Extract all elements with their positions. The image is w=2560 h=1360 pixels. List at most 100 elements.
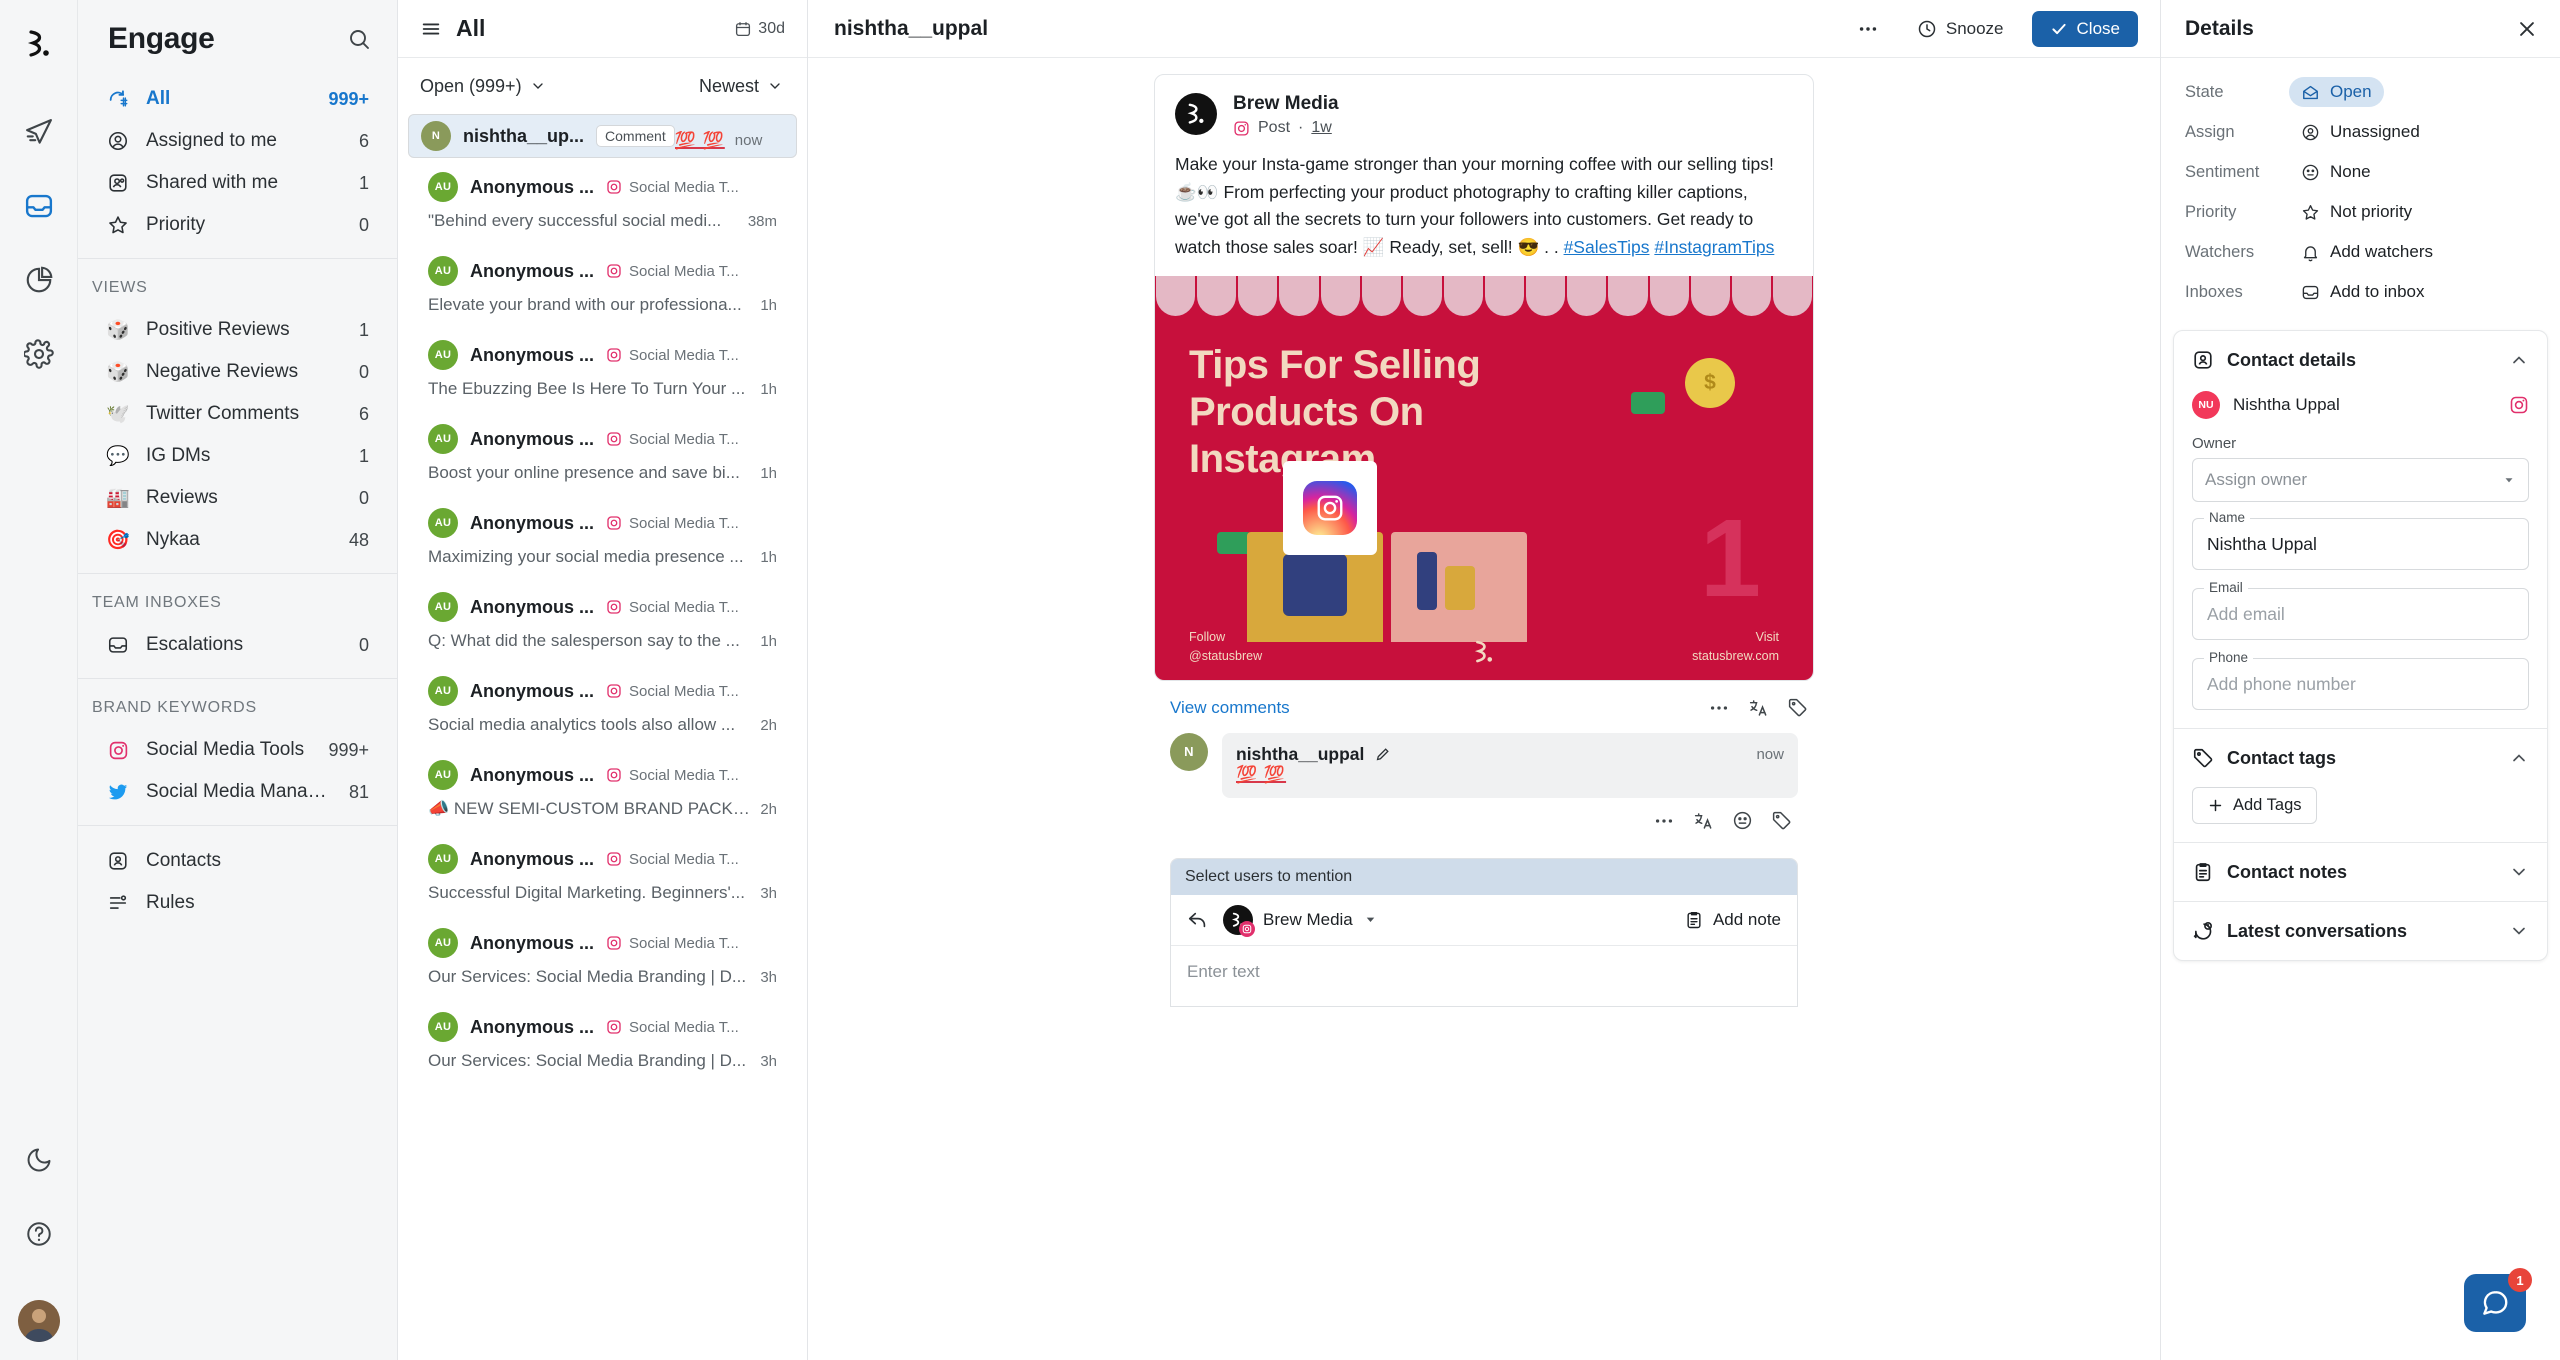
conversation-list-item[interactable]: AU Anonymous ... Social Media T... "Behind … xyxy=(408,160,797,242)
state-value-button[interactable]: Open xyxy=(2289,77,2384,107)
latest-conversations-section-header[interactable]: Latest conversations xyxy=(2174,902,2547,960)
conversation-list-item[interactable]: AU Anonymous ... Social Media T... Elevate … xyxy=(408,244,797,326)
assign-value-button[interactable]: Unassigned xyxy=(2289,117,2432,147)
reply-arrow-icon[interactable] xyxy=(1187,909,1209,931)
post-hashtag-instagramtips[interactable]: #InstagramTips xyxy=(1654,237,1774,257)
phone-field[interactable]: Phone Add phone number xyxy=(2192,650,2529,710)
conversation-list-item[interactable]: AU Anonymous ... Social Media T... Q: What … xyxy=(408,580,797,662)
conversation-source: Social Media T... xyxy=(606,683,739,700)
sidebar-item-rules[interactable]: Rules xyxy=(92,882,383,924)
emoji-reaction-icon[interactable] xyxy=(1732,810,1753,832)
conversation-list-item[interactable]: AU Anonymous ... Social Media T... Our Serv… xyxy=(408,1000,797,1082)
sidebar-item-label: Negative Reviews xyxy=(146,361,299,382)
priority-value-button[interactable]: Not priority xyxy=(2289,197,2424,227)
owner-select[interactable]: Assign owner xyxy=(2192,458,2529,502)
sidebar-item-priority[interactable]: Priority 0 xyxy=(92,204,383,246)
engage-icon[interactable] xyxy=(13,180,65,232)
conversation-preview: Our Services: Social Media Branding | D.… xyxy=(428,1051,747,1070)
sidebar-item-shared-with-me[interactable]: Shared with me 1 xyxy=(92,162,383,204)
sidebar-item-social-media-management[interactable]: Social Media Management 81 xyxy=(92,771,383,813)
sentiment-value-button[interactable]: None xyxy=(2289,157,2383,187)
post-actions xyxy=(1708,697,1808,719)
conversation-scroll[interactable]: Brew Media Post · 1w Make your Insta-gam… xyxy=(808,58,2160,1360)
post-age-link[interactable]: 1w xyxy=(1311,119,1331,137)
sidebar-item-assigned-to-me[interactable]: Assigned to me 6 xyxy=(92,120,383,162)
snooze-button[interactable]: Snooze xyxy=(1907,13,2014,45)
inboxes-value-button[interactable]: Add to inbox xyxy=(2289,277,2437,307)
factory-icon: 🏭 xyxy=(106,487,130,509)
close-conversation-button[interactable]: Close xyxy=(2031,10,2138,47)
sidebar-item-count: 81 xyxy=(348,781,369,802)
translate-icon[interactable] xyxy=(1748,697,1769,718)
conversation-list-item[interactable]: AU Anonymous ... Social Media T... Our Serv… xyxy=(408,916,797,998)
sidebar-item-nykaa[interactable]: 🎯 Nykaa 48 xyxy=(92,519,383,561)
conversation-list-item[interactable]: AU Anonymous ... Social Media T... Maximizi… xyxy=(408,496,797,578)
sidebar-item-positive-reviews[interactable]: 🎲 Positive Reviews 1 xyxy=(92,309,383,351)
watchers-value-button[interactable]: Add watchers xyxy=(2289,237,2445,267)
sidebar-item-escalations[interactable]: Escalations 0 xyxy=(92,624,383,666)
conversation-list-scroll[interactable]: Nnishtha__up... Comment 💯 💯 now AU Anonymous … xyxy=(398,114,807,1360)
more-options-icon[interactable] xyxy=(1847,12,1889,46)
comment-author: nishtha__uppal xyxy=(1236,743,1365,764)
name-field[interactable]: Name Nishtha Uppal xyxy=(2192,510,2529,570)
reply-text-input[interactable]: Enter text xyxy=(1171,946,1797,1006)
add-note-button[interactable]: Add note xyxy=(1684,910,1781,930)
sidebar-item-twitter-comments[interactable]: 🕊️ Twitter Comments 6 xyxy=(92,393,383,435)
menu-hamburger-icon[interactable] xyxy=(420,18,442,40)
instagram-icon[interactable] xyxy=(2509,395,2529,415)
sidebar-divider xyxy=(78,573,397,574)
contact-notes-section-header[interactable]: Contact notes xyxy=(2174,843,2547,901)
contact-tags-section-header[interactable]: Contact tags xyxy=(2174,729,2547,787)
sidebar-item-label: All xyxy=(146,88,171,109)
sidebar-item-all[interactable]: All 999+ xyxy=(92,78,383,120)
conversation-list-item[interactable]: Nnishtha__up... Comment 💯 💯 now xyxy=(408,114,797,158)
sidebar-item-ig-dms[interactable]: 💬 IG DMs 1 xyxy=(92,435,383,477)
view-comments-link[interactable]: View comments xyxy=(1170,698,1708,718)
contact-avatar-icon xyxy=(2192,349,2214,371)
tag-icon[interactable] xyxy=(1787,697,1808,718)
sidebar-item-negative-reviews[interactable]: 🎲 Negative Reviews 0 xyxy=(92,351,383,393)
conversation-list-item[interactable]: AU Anonymous ... Social Media T... Boost yo… xyxy=(408,412,797,494)
chat-widget-button[interactable]: 1 xyxy=(2464,1268,2532,1332)
tag-icon[interactable] xyxy=(1771,810,1792,832)
sidebar-item-reviews[interactable]: 🏭 Reviews 0 xyxy=(92,477,383,519)
more-options-icon[interactable] xyxy=(1653,810,1675,832)
sort-dropdown[interactable]: Newest xyxy=(699,76,783,97)
dark-mode-moon-icon[interactable] xyxy=(13,1134,65,1186)
sidebar-item-label: Reviews xyxy=(146,487,218,508)
email-field[interactable]: Email Add email xyxy=(2192,580,2529,640)
conversation-source: Social Media T... xyxy=(606,431,739,448)
reports-icon[interactable] xyxy=(13,254,65,306)
sidebar-item-count: 0 xyxy=(358,361,369,382)
date-range-selector[interactable]: 30d xyxy=(734,20,785,38)
details-row-watchers: Watchers Add watchers xyxy=(2185,232,2538,272)
conversation-item-header: AU Anonymous ... Social Media T... xyxy=(428,508,777,538)
state-filter-dropdown[interactable]: Open (999+) xyxy=(420,76,546,97)
contact-details-section-header[interactable]: Contact details xyxy=(2174,331,2547,389)
more-options-icon[interactable] xyxy=(1708,697,1730,719)
publish-icon[interactable] xyxy=(13,106,65,158)
search-icon[interactable] xyxy=(347,27,371,51)
sidebar-item-contacts[interactable]: Contacts xyxy=(92,840,383,882)
conversation-source: Social Media T... xyxy=(606,935,739,952)
post-hashtag-salestips[interactable]: #SalesTips xyxy=(1564,237,1650,257)
post-creative-image[interactable]: Tips For Selling Products On Instagram 1… xyxy=(1155,275,1813,680)
instagram-icon xyxy=(106,740,130,761)
sidebar-item-social-media-tools[interactable]: Social Media Tools 999+ xyxy=(92,729,383,771)
conversation-list-item[interactable]: AU Anonymous ... Social Media T... 📣 NEW SE… xyxy=(408,748,797,830)
add-tags-button[interactable]: Add Tags xyxy=(2192,787,2317,824)
help-question-icon[interactable] xyxy=(13,1208,65,1260)
conversation-preview: "Behind every successful social medi... xyxy=(428,211,722,230)
conversation-timestamp: 1h xyxy=(760,632,777,650)
conversation-list-item[interactable]: AU Anonymous ... Social Media T... The Ebuz… xyxy=(408,328,797,410)
edit-pencil-icon[interactable] xyxy=(1374,746,1391,763)
conversation-list-item[interactable]: AU Anonymous ... Social Media T... Successf… xyxy=(408,832,797,914)
translate-icon[interactable] xyxy=(1693,810,1714,832)
contact-tags-title: Contact tags xyxy=(2227,747,2337,768)
reply-account-selector[interactable]: Brew Media xyxy=(1223,904,1378,937)
conversation-list-item[interactable]: AU Anonymous ... Social Media T... Social m… xyxy=(408,664,797,746)
close-icon[interactable] xyxy=(2516,18,2538,40)
settings-gear-icon[interactable] xyxy=(13,328,65,380)
user-avatar[interactable] xyxy=(18,1300,60,1342)
statusbrew-logo-icon[interactable] xyxy=(17,22,61,66)
